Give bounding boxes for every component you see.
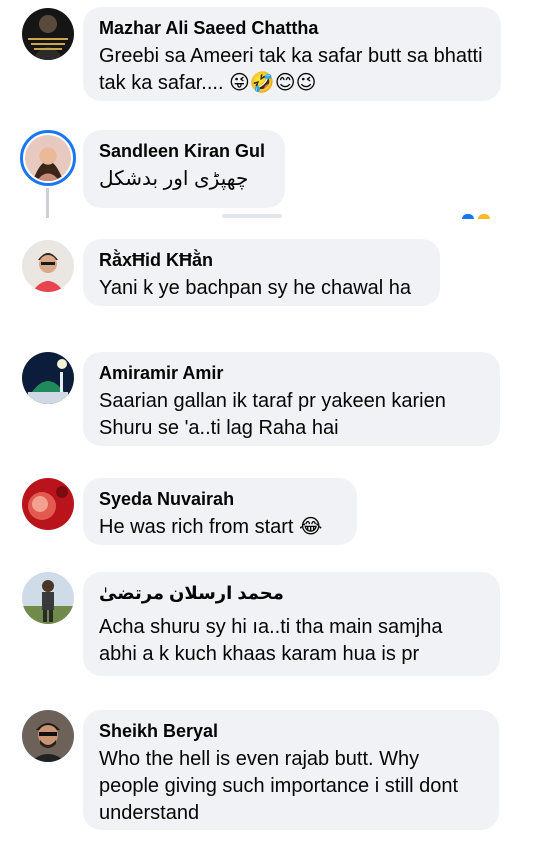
comment-text: He was rich from start 😂 xyxy=(99,516,323,538)
avatar-beryal[interactable] xyxy=(22,710,74,762)
comment-text: Yani k ye bachpan sy he chawal ha xyxy=(99,277,412,299)
comment-author[interactable]: Amiramir Amir xyxy=(99,362,484,384)
comment-author[interactable]: Mazhar Ali Saeed Chattha xyxy=(99,17,485,39)
comment-author[interactable]: Sandleen Kiran Gul xyxy=(99,140,269,162)
like-reaction-icon xyxy=(462,214,474,219)
comment-bubble: RằxĦid KĦằn Yani k ye bachpan sy he chaw… xyxy=(83,239,440,306)
avatar-mazhar[interactable] xyxy=(22,8,74,60)
comment-author[interactable]: محمد ارسلان مرتضیٰ xyxy=(99,582,484,604)
comment-bubble: Sheikh Beryal Who the hell is even rajab… xyxy=(83,710,499,830)
comment-text: Saarian gallan ik taraf pr yakeen karien… xyxy=(99,390,446,439)
comment-text: Greebi sa Ameeri tak ka safar butt sa bh… xyxy=(99,45,483,94)
avatar-rashid[interactable] xyxy=(22,240,74,292)
comment-author[interactable]: RằxĦid KĦằn xyxy=(99,249,424,271)
comment-author[interactable]: Sheikh Beryal xyxy=(99,720,483,742)
avatar-sandleen[interactable] xyxy=(20,130,76,186)
avatar-arsalan[interactable] xyxy=(22,572,74,624)
comment-bubble: Syeda Nuvairah He was rich from start 😂 xyxy=(83,478,357,545)
thread-line xyxy=(46,188,49,218)
avatar-image xyxy=(22,572,74,624)
reply-preview-edge xyxy=(222,214,282,218)
comment-bubble: Sandleen Kiran Gul چھپڑی اور بدشکل xyxy=(83,130,285,208)
comment-bubble: محمد ارسلان مرتضیٰ Acha shuru sy hi ıa..… xyxy=(83,572,500,676)
avatar-syeda[interactable] xyxy=(22,478,74,530)
avatar-image xyxy=(22,240,74,292)
comment-author[interactable]: Syeda Nuvairah xyxy=(99,488,341,510)
haha-reaction-icon xyxy=(478,214,490,219)
avatar-image xyxy=(22,8,74,60)
comment-text: Acha shuru sy hi ıa..ti tha main samjha … xyxy=(99,616,443,665)
comment-text: Who the hell is even rajab butt. Why peo… xyxy=(99,748,459,824)
comment-bubble: Amiramir Amir Saarian gallan ik taraf pr… xyxy=(83,352,500,446)
avatar-amiramir[interactable] xyxy=(22,352,74,404)
avatar-image xyxy=(22,710,74,762)
avatar-image xyxy=(25,135,71,181)
avatar-image xyxy=(22,478,74,530)
avatar-image xyxy=(22,352,74,404)
comment-text: چھپڑی اور بدشکل xyxy=(99,168,249,190)
comment-bubble: Mazhar Ali Saeed Chattha Greebi sa Ameer… xyxy=(83,7,501,101)
